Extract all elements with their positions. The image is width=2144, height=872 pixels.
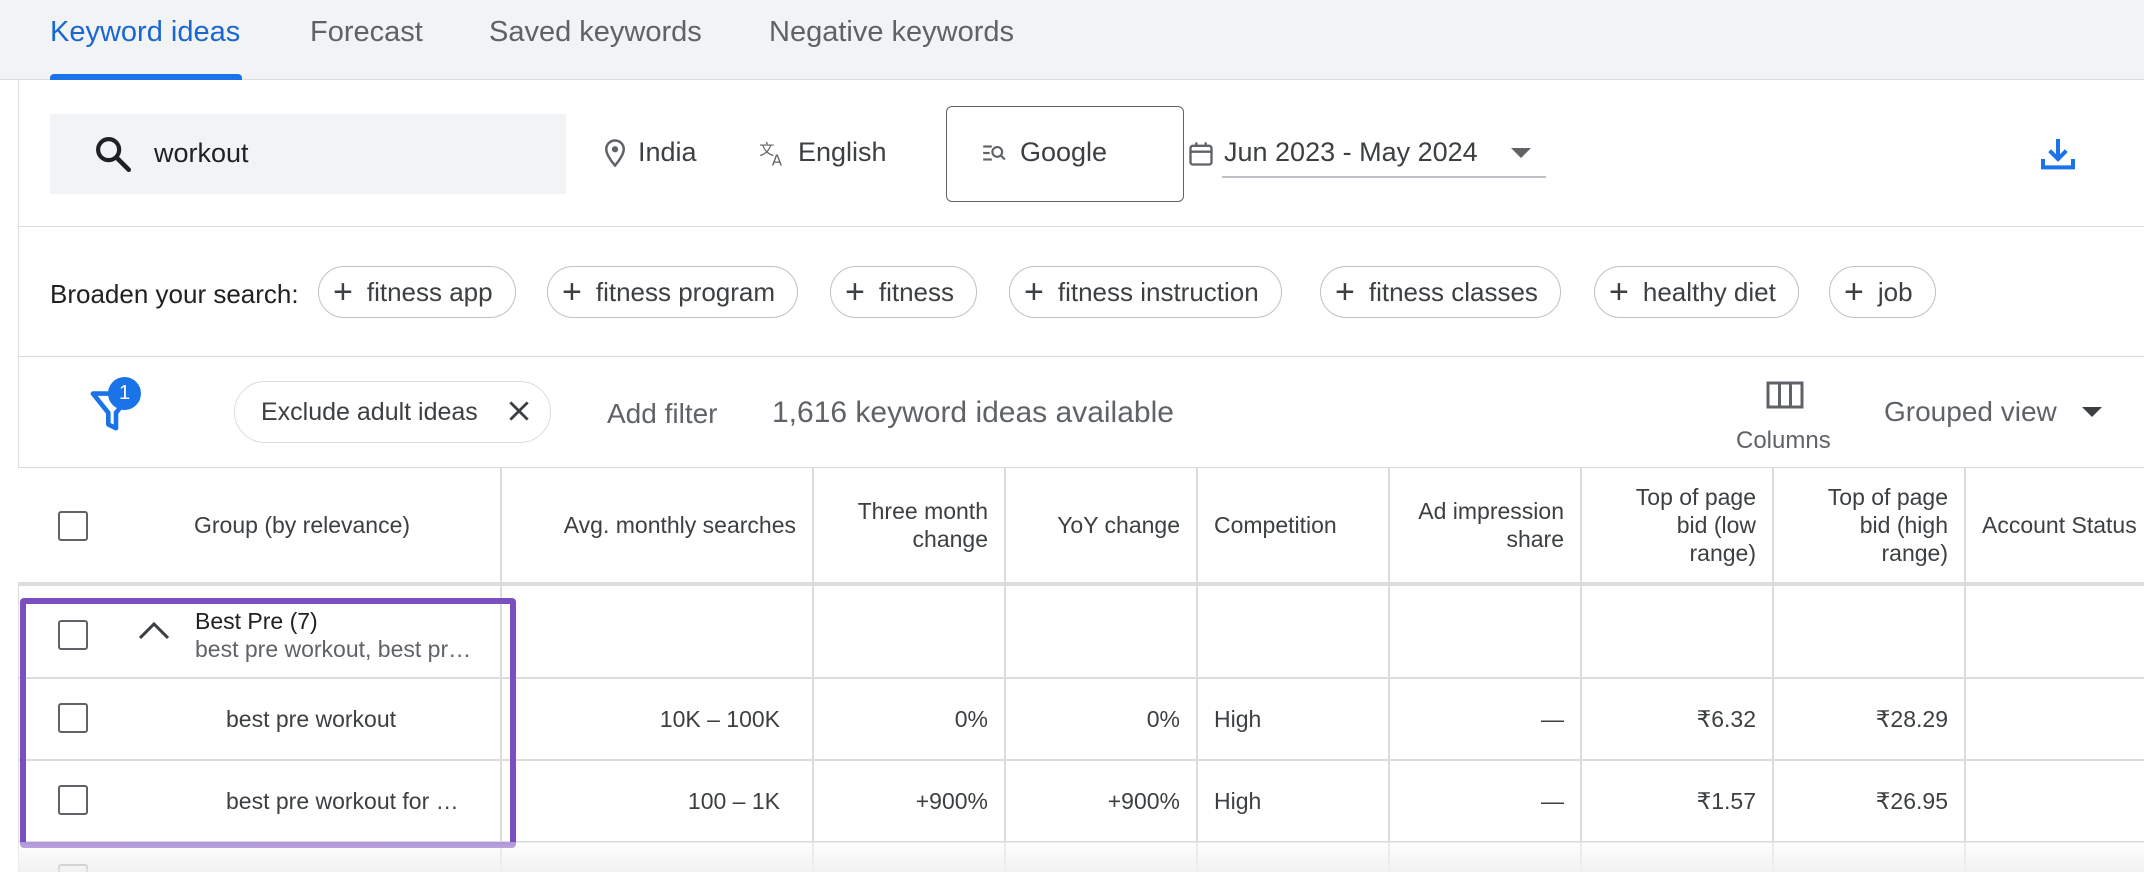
row-divider <box>18 677 2144 679</box>
keyword-cell[interactable]: best pre workout <box>226 706 396 733</box>
column-divider <box>500 468 502 872</box>
column-divider <box>1004 468 1006 872</box>
column-divider <box>1196 468 1198 872</box>
three-month-change-cell: 0% <box>954 706 988 732</box>
column-header-three-month-change[interactable]: Three month change <box>830 468 988 582</box>
date-range-underline <box>1222 176 1546 178</box>
broaden-chip[interactable]: + fitness <box>830 266 978 318</box>
column-divider <box>1580 468 1582 872</box>
translate-icon: 文A <box>759 140 783 169</box>
column-header-yoy-change[interactable]: YoY change <box>1020 468 1180 582</box>
group-title[interactable]: Best Pre (7) <box>195 608 318 635</box>
bid-high-cell: ₹28.29 <box>1875 706 1948 732</box>
date-range-selector[interactable]: Jun 2023 - May 2024 <box>1224 137 1478 168</box>
column-divider <box>1772 468 1774 872</box>
view-dropdown-icon[interactable] <box>2082 407 2102 417</box>
chevron-up-icon[interactable] <box>136 618 172 642</box>
keyword-cell[interactable]: best pre workout for … <box>226 788 459 815</box>
column-divider <box>1964 468 1966 872</box>
plus-icon: + <box>1844 273 1864 311</box>
column-divider <box>812 468 814 872</box>
column-header-bid-high[interactable]: Top of page bid (high range) <box>1796 468 1948 582</box>
add-filter-button[interactable]: Add filter <box>607 398 718 430</box>
search-network-icon <box>983 145 1006 161</box>
exclude-adult-ideas-chip[interactable]: Exclude adult ideas <box>234 381 551 443</box>
column-header-group[interactable]: Group (by relevance) <box>194 468 494 582</box>
yoy-change-cell: 0% <box>1146 706 1180 732</box>
broaden-chip[interactable]: + fitness instruction <box>1009 266 1282 318</box>
competition-cell: High <box>1214 788 1262 814</box>
plus-icon: + <box>845 273 865 311</box>
avg-searches-cell: 10K – 100K <box>659 706 780 732</box>
row-checkbox[interactable] <box>58 785 88 815</box>
broaden-chip[interactable]: + job <box>1829 266 1936 318</box>
row-divider <box>18 759 2144 761</box>
column-header-avg-monthly-searches[interactable]: Avg. monthly searches <box>510 468 796 582</box>
column-header-bid-low[interactable]: Top of page bid (low range) <box>1606 468 1756 582</box>
column-header-ad-impression-share[interactable]: Ad impression share <box>1400 468 1564 582</box>
plus-icon: + <box>1335 273 1355 311</box>
download-icon[interactable] <box>2038 134 2078 174</box>
close-icon[interactable] <box>506 398 532 424</box>
group-row-checkbox[interactable] <box>58 620 88 650</box>
filter-count-badge: 1 <box>108 377 141 410</box>
tab-negative-keywords[interactable]: Negative keywords <box>769 16 1014 49</box>
location-selector[interactable]: India <box>638 137 697 168</box>
search-icon <box>96 137 132 173</box>
date-range-dropdown-icon[interactable] <box>1511 148 1531 158</box>
tab-forecast[interactable]: Forecast <box>310 16 423 49</box>
select-all-checkbox[interactable] <box>58 511 88 541</box>
columns-button[interactable]: Columns <box>1736 427 1831 455</box>
column-header-account-status[interactable]: Account Status <box>1982 468 2144 582</box>
competition-cell: High <box>1214 706 1262 732</box>
broaden-search-label: Broaden your search: <box>50 279 299 309</box>
calendar-icon <box>1189 142 1213 166</box>
plus-icon: + <box>1609 273 1629 311</box>
columns-icon[interactable] <box>1766 380 1804 410</box>
column-divider <box>1388 468 1390 872</box>
three-month-change-cell: +900% <box>915 788 988 814</box>
broaden-chip[interactable]: + fitness program <box>547 266 799 318</box>
avg-searches-cell: 100 – 1K <box>687 788 780 814</box>
plus-icon: + <box>333 273 353 311</box>
ideas-count: 1,616 keyword ideas available <box>772 396 1174 429</box>
svg-text:A: A <box>772 152 783 169</box>
search-query[interactable]: workout <box>154 138 249 169</box>
row-checkbox[interactable] <box>58 703 88 733</box>
broaden-chip[interactable]: + healthy diet <box>1594 266 1799 318</box>
bottom-fade <box>18 842 2144 872</box>
view-selector[interactable]: Grouped view <box>1884 396 2057 428</box>
ad-share-cell: — <box>1541 788 1564 814</box>
language-selector[interactable]: English <box>798 137 887 168</box>
tab-saved-keywords[interactable]: Saved keywords <box>489 16 702 49</box>
group-keywords-preview: best pre workout, best pr… <box>195 636 472 662</box>
plus-icon: + <box>1024 273 1044 311</box>
location-pin-icon <box>604 139 626 168</box>
yoy-change-cell: +900% <box>1107 788 1180 814</box>
bid-low-cell: ₹1.57 <box>1696 788 1756 814</box>
broaden-chip[interactable]: + fitness classes <box>1320 266 1561 318</box>
bid-high-cell: ₹26.95 <box>1875 788 1948 814</box>
bid-low-cell: ₹6.32 <box>1696 706 1756 732</box>
ad-share-cell: — <box>1541 706 1564 732</box>
column-header-competition[interactable]: Competition <box>1214 468 1384 582</box>
tab-keyword-ideas[interactable]: Keyword ideas <box>50 16 240 49</box>
search-engine-label: Google <box>1020 137 1108 167</box>
broaden-chip[interactable]: + fitness app <box>318 266 516 318</box>
plus-icon: + <box>562 273 582 311</box>
